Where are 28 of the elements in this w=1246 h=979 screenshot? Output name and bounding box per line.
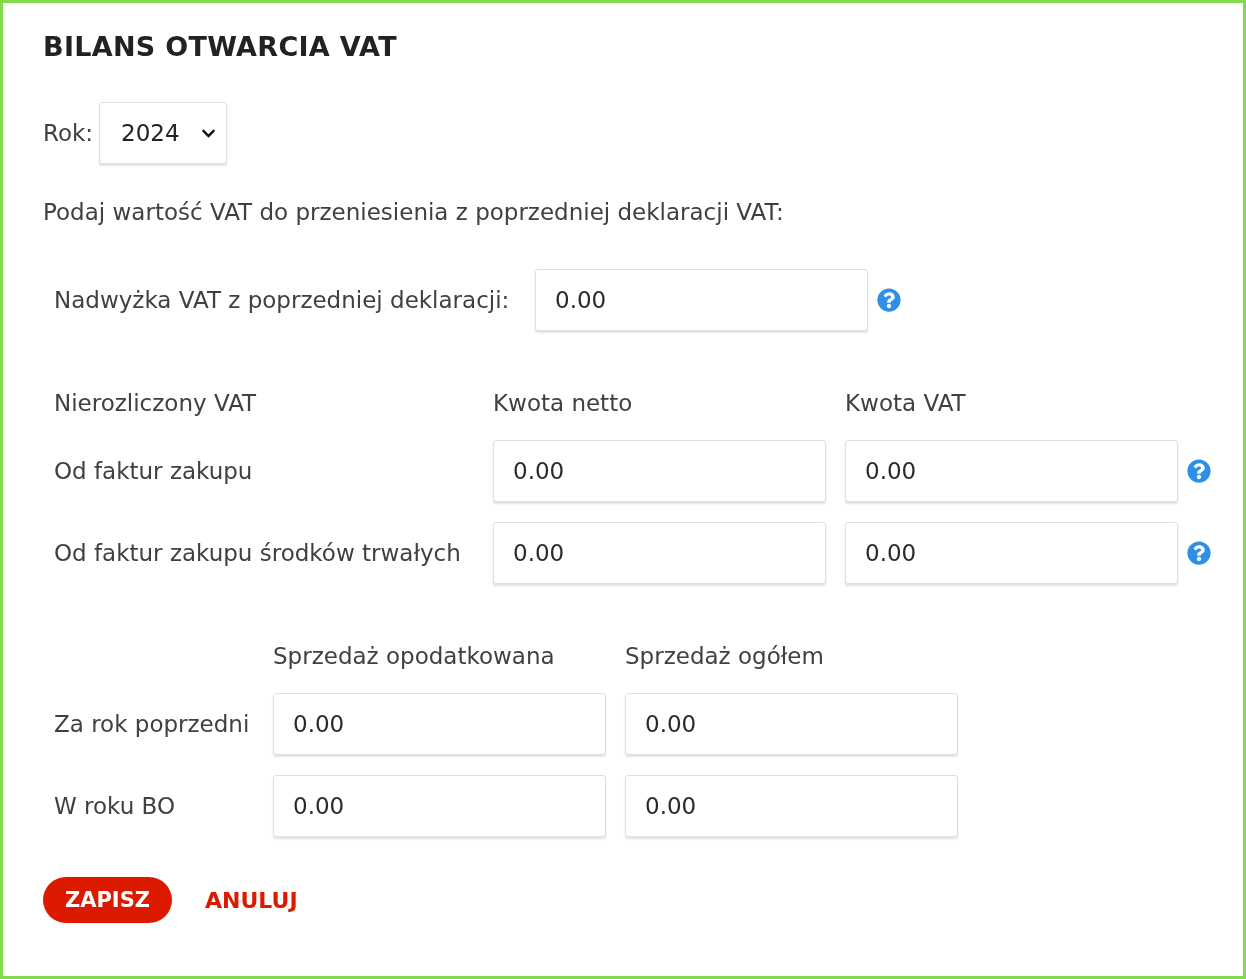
column-header: Nierozliczony VAT — [54, 389, 258, 418]
amount-field[interactable]: 0.00 — [273, 775, 606, 837]
row-label: W roku BO — [54, 792, 177, 821]
help-icon[interactable] — [1187, 459, 1211, 483]
row-label: Od faktur zakupu — [54, 457, 254, 486]
amount-field[interactable]: 0.00 — [535, 269, 868, 331]
save-button[interactable]: ZAPISZ — [43, 877, 173, 923]
amount-field[interactable]: 0.00 — [493, 440, 826, 502]
field-label: Nadwyżka VAT z poprzedniej deklaracji: — [54, 286, 511, 315]
amount-field[interactable]: 0.00 — [273, 693, 606, 755]
column-header: Kwota netto — [493, 389, 634, 418]
amount-field[interactable]: 0.00 — [845, 440, 1178, 502]
year-select[interactable]: 2024 — [99, 102, 228, 164]
amount-field[interactable]: 0.00 — [493, 522, 826, 584]
instruction-text: Podaj wartość VAT do przeniesienia z poprzedniej deklaracji VAT: — [43, 198, 785, 227]
page-title: BILANS OTWARCIA VAT — [43, 32, 398, 62]
amount-field[interactable]: 0.00 — [625, 775, 958, 837]
help-icon[interactable] — [1187, 541, 1211, 565]
column-header: Sprzedaż opodatkowana — [273, 642, 556, 671]
amount-field[interactable]: 0.00 — [845, 522, 1178, 584]
cancel-link[interactable]: ANULUJ — [205, 887, 298, 913]
amount-field[interactable]: 0.00 — [625, 693, 958, 755]
column-header: Kwota VAT — [845, 389, 967, 418]
year-label: Rok: — [43, 119, 94, 148]
help-icon[interactable] — [877, 288, 901, 312]
row-label: Za rok poprzedni — [54, 710, 251, 739]
row-label: Od faktur zakupu środków trwałych — [54, 539, 462, 568]
column-header: Sprzedaż ogółem — [625, 642, 825, 671]
